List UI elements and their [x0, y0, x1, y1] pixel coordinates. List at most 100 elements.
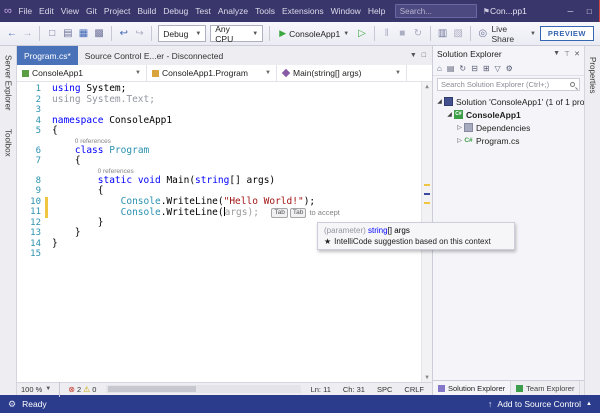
window-controls: ─ □ ✕ — [561, 0, 600, 22]
left-tab-server-explorer[interactable]: Server Explorer — [4, 52, 13, 114]
tree-item-consoleapp1[interactable]: ◢ConsoleApp1 — [433, 108, 584, 121]
document-tab-source-control-e-er-disconnected[interactable]: Source Control E...er - Disconnected — [78, 46, 230, 65]
notifications-icon[interactable]: ⚑ — [483, 7, 490, 16]
tree-item-dependencies[interactable]: ▷Dependencies — [433, 121, 584, 134]
breadcrumb-consoleapp1-program[interactable]: ConsoleApp1.Program▼ — [147, 65, 277, 81]
menu-item-help[interactable]: Help — [364, 0, 388, 22]
collapse-arrow-icon[interactable]: ◢ — [435, 98, 444, 105]
indentation-indicator[interactable]: SPC — [377, 385, 392, 394]
home-icon[interactable]: ⌂ — [437, 64, 442, 73]
team-explorer-icon — [516, 385, 523, 392]
start-debugging-button[interactable]: ▶ ConsoleApp1 ▼ — [276, 28, 352, 39]
close-icon[interactable]: ✕ — [574, 50, 580, 58]
active-files-chevron-icon[interactable]: ▼ — [410, 52, 417, 59]
menu-item-analyze[interactable]: Analyze — [214, 0, 251, 22]
filter-icon[interactable]: ▽ — [495, 64, 501, 73]
code-line[interactable]: 7 { — [17, 156, 420, 167]
find-in-files-icon[interactable]: ▥ — [437, 26, 449, 42]
scroll-down-icon[interactable]: ▼ — [422, 373, 432, 382]
navigate-back-icon[interactable]: ← — [6, 26, 18, 42]
horizontal-scrollbar-thumb[interactable] — [108, 386, 195, 392]
menu-item-window[interactable]: Window — [327, 0, 364, 22]
menu-item-git[interactable]: Git — [82, 0, 100, 22]
solution-platform-dropdown[interactable]: Any CPU ▼ — [210, 25, 263, 42]
right-tab-properties[interactable]: Properties — [588, 54, 597, 96]
code-line[interactable]: 4namespace ConsoleApp1 — [17, 116, 420, 127]
menu-item-extensions[interactable]: Extensions — [278, 0, 327, 22]
scroll-up-icon[interactable]: ▲ — [422, 82, 432, 91]
menu-item-file[interactable]: File — [15, 0, 36, 22]
menu-item-view[interactable]: View — [57, 0, 82, 22]
global-search-input[interactable] — [395, 4, 477, 18]
chevron-down-icon: ▼ — [395, 70, 401, 76]
undo-icon[interactable]: ↩ — [118, 26, 130, 42]
restore-button[interactable]: □ — [580, 0, 599, 22]
start-without-debugging-icon[interactable]: ▷ — [356, 26, 368, 42]
menu-item-project[interactable]: Project — [100, 0, 133, 22]
live-share-button[interactable]: ◎ Live Share ▼ — [477, 24, 536, 44]
tree-item-solution-consoleapp1-1-of-1-project[interactable]: ◢Solution 'ConsoleApp1' (1 of 1 project) — [433, 95, 584, 108]
zoom-control[interactable]: 100 % ▼ — [21, 385, 51, 394]
chevron-down-icon[interactable]: ▼ — [553, 50, 560, 58]
preview-button[interactable]: PREVIEW — [540, 26, 594, 41]
solution-search-input[interactable] — [437, 78, 580, 91]
code-area[interactable]: 1using System;2using System.Text;34names… — [17, 82, 432, 382]
redo-icon[interactable]: ↪ — [134, 26, 146, 42]
panel-tab-label: Team Explorer — [526, 384, 574, 393]
chevron-up-icon[interactable]: ▲ — [586, 401, 592, 407]
minimize-button[interactable]: ─ — [561, 0, 580, 22]
breadcrumb-main-string-args[interactable]: Main(string[] args)▼ — [277, 65, 407, 81]
left-tab-strip: Server Explorer Toolbox — [0, 46, 17, 395]
play-icon: ▶ — [279, 28, 286, 39]
menu-item-debug[interactable]: Debug — [160, 0, 192, 22]
open-file-icon[interactable]: ▤ — [62, 26, 74, 42]
code-line[interactable]: 15 — [17, 249, 420, 260]
document-tab-row: Program.cs*Source Control E...er - Disco… — [17, 46, 432, 65]
stop-icon[interactable]: ■ — [396, 26, 408, 42]
pin-icon[interactable]: ⊤ — [564, 50, 570, 58]
code-line[interactable]: 2using System.Text; — [17, 95, 420, 106]
warning-icon: ⚠ — [83, 385, 90, 394]
switch-views-icon[interactable]: ▤ — [447, 64, 455, 73]
breadcrumb-consoleapp1[interactable]: ConsoleApp1▼ — [17, 65, 147, 81]
panel-tab-label: Solution Explorer — [448, 384, 505, 393]
save-icon[interactable]: ▦ — [78, 26, 90, 42]
pause-icon[interactable]: ‖ — [381, 26, 393, 42]
sync-with-active-document-icon[interactable]: ↻ — [459, 64, 466, 73]
properties-icon[interactable]: ⚙ — [506, 64, 513, 73]
navigate-forward-icon[interactable]: → — [22, 26, 34, 42]
document-tab-program-cs[interactable]: Program.cs* — [17, 46, 78, 65]
change-indicator — [45, 197, 48, 208]
menu-item-tools[interactable]: Tools — [252, 0, 279, 22]
float-window-icon[interactable]: □ — [422, 52, 426, 59]
horizontal-scrollbar[interactable] — [106, 385, 300, 393]
save-all-icon[interactable]: ▩ — [93, 26, 105, 42]
collapse-arrow-icon[interactable]: ◢ — [445, 111, 454, 118]
restart-icon[interactable]: ↻ — [412, 26, 424, 42]
show-all-files-icon[interactable]: ⊞ — [483, 64, 490, 73]
new-file-icon[interactable]: □ — [46, 26, 58, 42]
menu-item-build[interactable]: Build — [134, 0, 160, 22]
menu-item-test[interactable]: Test — [192, 0, 215, 22]
collapse-all-icon[interactable]: ⊟ — [471, 64, 478, 73]
menu-item-edit[interactable]: Edit — [36, 0, 58, 22]
solution-configuration-dropdown[interactable]: Debug ▼ — [158, 25, 206, 42]
line-number: 11 — [23, 207, 45, 218]
document-health-indicator[interactable]: ⊗ 2 ⚠ 0 — [68, 385, 96, 394]
editor-status-strip: 100 % ▼ ⊗ 2 ⚠ 0 Ln: 11 Ch: 31 SPC CRLF — [17, 382, 432, 395]
step-over-icon[interactable]: ▧ — [452, 26, 464, 42]
line-number: 1 — [23, 84, 45, 95]
panel-tab-team-explorer[interactable]: Team Explorer — [511, 381, 580, 395]
expand-arrow-icon[interactable]: ▷ — [455, 124, 464, 131]
tree-item-program-cs[interactable]: ▷Program.cs — [433, 134, 584, 147]
line-ending-indicator[interactable]: CRLF — [404, 385, 424, 394]
code-line[interactable]: 10 Console.WriteLine("Hello World!"); — [17, 197, 420, 208]
left-tab-toolbox[interactable]: Toolbox — [4, 126, 13, 160]
code-line[interactable]: 5{ — [17, 126, 420, 137]
line-number: 2 — [23, 95, 45, 106]
expand-arrow-icon[interactable]: ▷ — [455, 137, 464, 144]
add-to-source-control-button[interactable]: Add to Source Control — [497, 399, 581, 409]
panel-tab-solution-explorer[interactable]: Solution Explorer — [433, 381, 511, 395]
background-tasks-icon[interactable]: ⚙ — [8, 399, 16, 410]
breadcrumb: ConsoleApp1▼ConsoleApp1.Program▼Main(str… — [17, 65, 432, 82]
